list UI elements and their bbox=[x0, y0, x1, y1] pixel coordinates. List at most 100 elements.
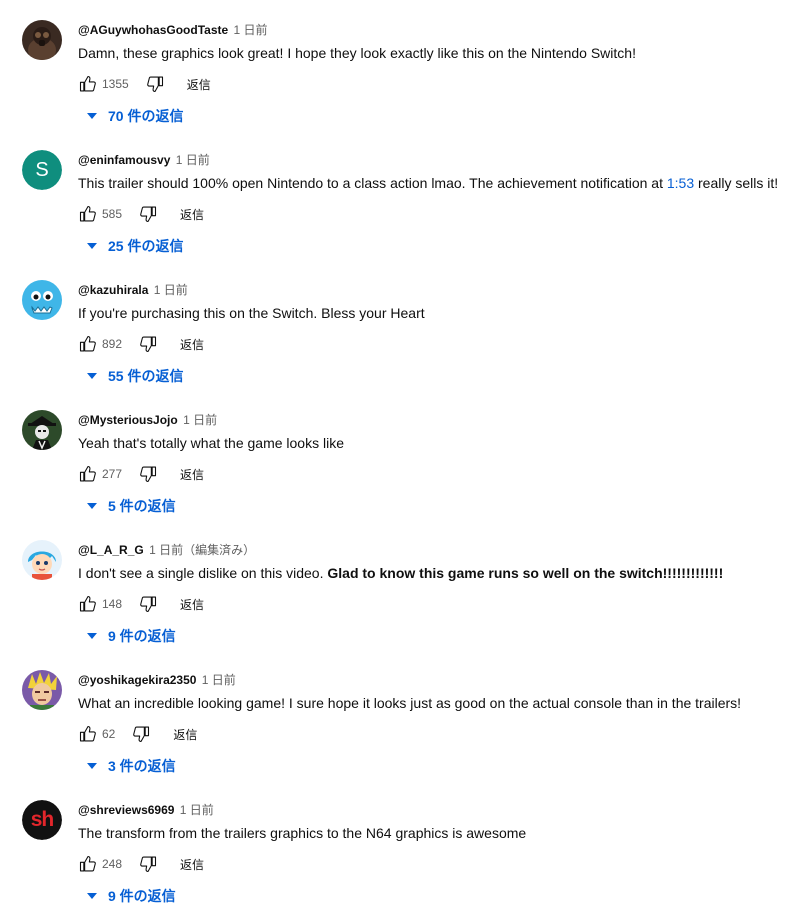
comment-text: Yeah that's totally what the game looks … bbox=[78, 433, 344, 453]
dislike-button[interactable] bbox=[129, 722, 153, 746]
dislike-button[interactable] bbox=[136, 592, 160, 616]
thumbs-up-icon bbox=[79, 595, 96, 612]
thumbs-down-icon bbox=[140, 336, 157, 353]
dislike-button[interactable] bbox=[136, 852, 160, 876]
comment-actions: 892 返信 bbox=[76, 332, 204, 356]
like-button[interactable] bbox=[76, 592, 100, 616]
comment-actions: 585 返信 bbox=[76, 202, 204, 226]
reply-button[interactable]: 返信 bbox=[187, 76, 211, 93]
thumbs-up-icon bbox=[79, 205, 96, 222]
gas-mask-person-avatar[interactable] bbox=[22, 20, 62, 60]
view-replies-button[interactable]: 70 件の返信 bbox=[80, 106, 183, 126]
view-replies-button[interactable]: 25 件の返信 bbox=[80, 236, 183, 256]
reply-button[interactable]: 返信 bbox=[180, 856, 204, 873]
comment-text-main: The transform from the trailers graphics… bbox=[78, 825, 527, 841]
comment-header: @yoshikagekira2350 1 日前 bbox=[78, 672, 236, 688]
comment-header: @shreviews6969 1 日前 bbox=[78, 802, 214, 818]
comment-header: @AGuywhohasGoodTaste 1 日前 bbox=[78, 22, 268, 38]
reply-button[interactable]: 返信 bbox=[180, 206, 204, 223]
comment-text-main: Damn, these graphics look great! I hope … bbox=[78, 45, 636, 61]
comment-time[interactable]: 1 日前 bbox=[183, 413, 217, 427]
anime-boy-avatar[interactable] bbox=[22, 540, 62, 580]
comment-author[interactable]: @eninfamousvy bbox=[78, 153, 170, 167]
replies-count-label: 5 件の返信 bbox=[108, 498, 176, 514]
comment-time[interactable]: 1 日前 bbox=[176, 153, 210, 167]
thumbs-down-icon bbox=[133, 726, 150, 743]
hat-figure-avatar[interactable] bbox=[22, 410, 62, 450]
dislike-button[interactable] bbox=[143, 72, 167, 96]
thumbs-up-icon bbox=[79, 725, 96, 742]
replies-count-label: 55 件の返信 bbox=[108, 368, 184, 384]
comment-time[interactable]: 1 日前 bbox=[180, 803, 214, 817]
edited-label: （編集済み） bbox=[183, 543, 256, 557]
replies-count-label: 9 件の返信 bbox=[108, 628, 176, 644]
comment-thread: @L_A_R_G 1 日前（編集済み） I don't see a single… bbox=[0, 520, 808, 650]
timestamp-link[interactable]: 1:53 bbox=[667, 175, 694, 191]
reply-button[interactable]: 返信 bbox=[180, 466, 204, 483]
replies-count-label: 70 件の返信 bbox=[108, 108, 184, 124]
like-count: 148 bbox=[102, 597, 123, 611]
thumbs-down-icon bbox=[140, 596, 157, 613]
comment-author[interactable]: @kazuhirala bbox=[78, 283, 148, 297]
like-count: 248 bbox=[102, 857, 123, 871]
view-replies-button[interactable]: 55 件の返信 bbox=[80, 366, 183, 386]
anime-character-avatar[interactable] bbox=[22, 670, 62, 710]
like-button[interactable] bbox=[76, 852, 100, 876]
comment-actions: 1355 返信 bbox=[76, 72, 211, 96]
comment-time[interactable]: 1 日前 bbox=[202, 673, 236, 687]
like-button[interactable] bbox=[76, 202, 100, 226]
like-button[interactable] bbox=[76, 332, 100, 356]
comment-actions: 248 返信 bbox=[76, 852, 204, 876]
view-replies-button[interactable]: 5 件の返信 bbox=[80, 496, 176, 516]
like-button[interactable] bbox=[76, 722, 100, 746]
caret-down-icon bbox=[80, 496, 104, 516]
comment-text: If you're purchasing this on the Switch.… bbox=[78, 303, 425, 323]
thumbs-down-icon bbox=[146, 76, 163, 93]
comment-author[interactable]: @AGuywhohasGoodTaste bbox=[78, 23, 228, 37]
like-count: 277 bbox=[102, 467, 123, 481]
comment-header: @L_A_R_G 1 日前（編集済み） bbox=[78, 542, 255, 558]
comment-author[interactable]: @shreviews6969 bbox=[78, 803, 174, 817]
comment-time[interactable]: 1 日前 bbox=[154, 283, 188, 297]
like-button[interactable] bbox=[76, 462, 100, 486]
comment-thread: @yoshikagekira2350 1 日前 What an incredib… bbox=[0, 650, 808, 780]
comment-text: I don't see a single dislike on this vid… bbox=[78, 563, 723, 583]
comment-author[interactable]: @yoshikagekira2350 bbox=[78, 673, 196, 687]
view-replies-button[interactable]: 3 件の返信 bbox=[80, 756, 176, 776]
comment-actions: 277 返信 bbox=[76, 462, 204, 486]
comment-text-main: This trailer should 100% open Nintendo t… bbox=[78, 175, 667, 191]
comment-text: The transform from the trailers graphics… bbox=[78, 823, 526, 843]
sh-logo-avatar[interactable]: sh bbox=[22, 800, 62, 840]
comment-thread: S @eninfamousvy 1 日前 This trailer should… bbox=[0, 130, 808, 260]
reply-button[interactable]: 返信 bbox=[180, 596, 204, 613]
view-replies-button[interactable]: 9 件の返信 bbox=[80, 626, 176, 646]
caret-down-icon bbox=[80, 366, 104, 386]
reply-button[interactable]: 返信 bbox=[180, 336, 204, 353]
like-count: 1355 bbox=[102, 77, 129, 91]
dislike-button[interactable] bbox=[136, 462, 160, 486]
dislike-button[interactable] bbox=[136, 202, 160, 226]
thumbs-up-icon bbox=[79, 335, 96, 352]
comment-author[interactable]: @MysteriousJojo bbox=[78, 413, 178, 427]
replies-count-label: 25 件の返信 bbox=[108, 238, 184, 254]
thumbs-up-icon bbox=[79, 75, 96, 92]
view-replies-button[interactable]: 9 件の返信 bbox=[80, 886, 176, 906]
comment-text-main: What an incredible looking game! I sure … bbox=[78, 695, 742, 711]
like-count: 892 bbox=[102, 337, 123, 351]
thumbs-down-icon bbox=[140, 206, 157, 223]
comment-text-bold: Glad to know this game runs so well on t… bbox=[327, 565, 724, 581]
comment-text-main: Yeah that's totally what the game looks … bbox=[78, 435, 344, 451]
reply-button[interactable]: 返信 bbox=[173, 726, 197, 743]
letter-s-avatar[interactable]: S bbox=[22, 150, 62, 190]
comment-author[interactable]: @L_A_R_G bbox=[78, 543, 144, 557]
blue-monster-avatar[interactable] bbox=[22, 280, 62, 320]
avatar-letter: sh bbox=[22, 800, 62, 840]
dislike-button[interactable] bbox=[136, 332, 160, 356]
comment-header: @eninfamousvy 1 日前 bbox=[78, 152, 210, 168]
comment-time[interactable]: 1 日前 bbox=[149, 543, 183, 557]
thumbs-up-icon bbox=[79, 465, 96, 482]
like-button[interactable] bbox=[76, 72, 100, 96]
comment-time[interactable]: 1 日前 bbox=[234, 23, 268, 37]
comments-section: @AGuywhohasGoodTaste 1 日前 Damn, these gr… bbox=[0, 0, 808, 923]
like-count: 585 bbox=[102, 207, 123, 221]
